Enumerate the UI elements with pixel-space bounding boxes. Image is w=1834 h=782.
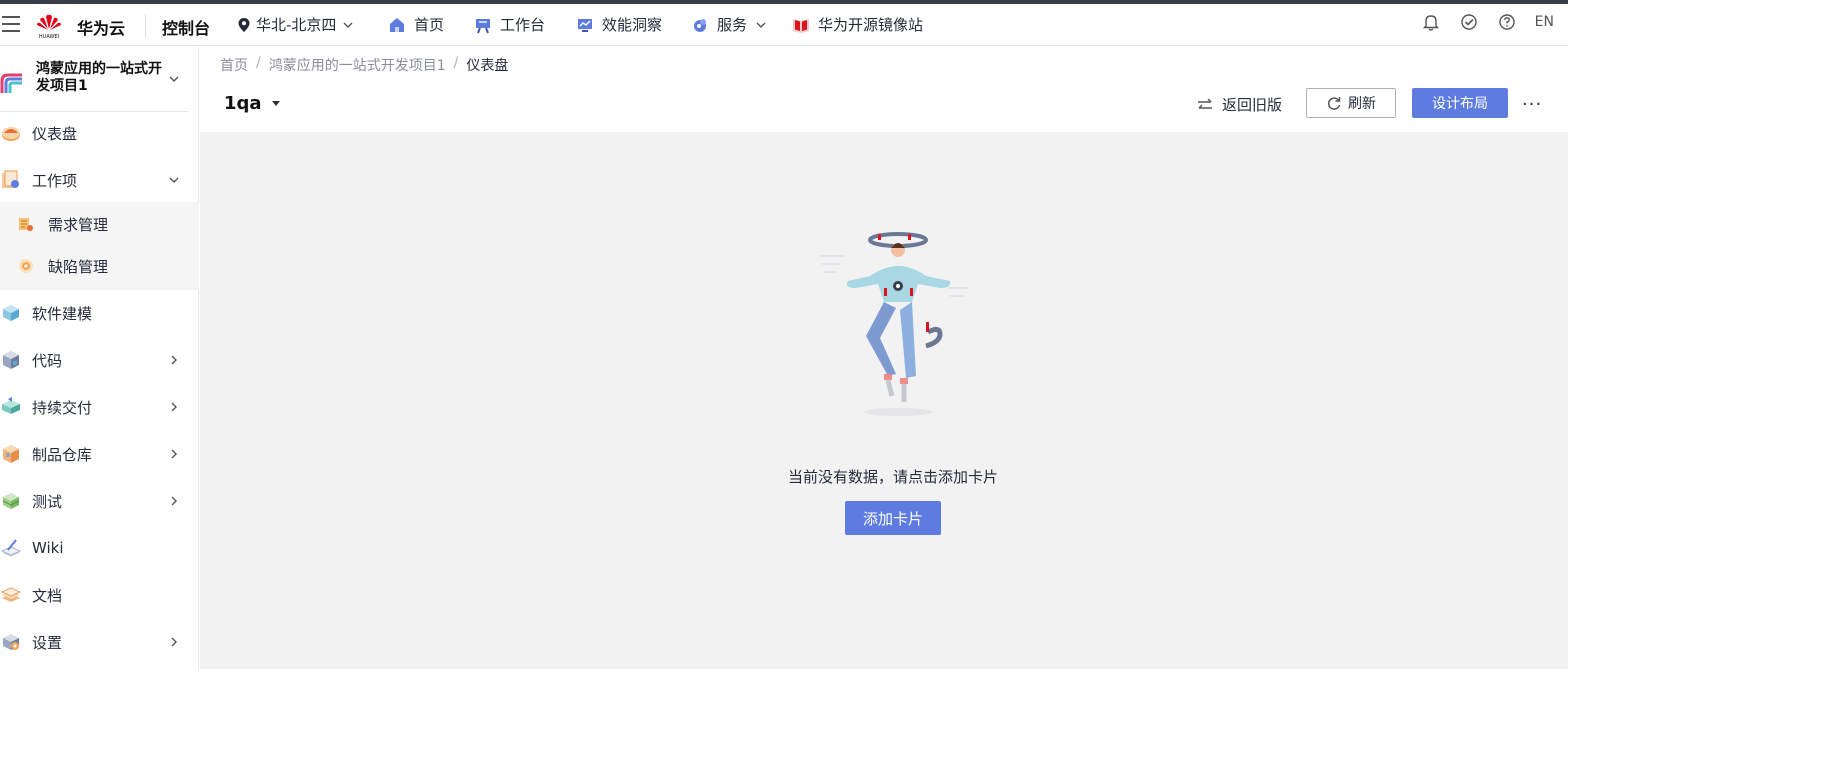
help-icon[interactable] — [1497, 12, 1517, 32]
project-switcher[interactable]: 鸿蒙应用的一站式开发项目1 — [0, 59, 199, 111]
chevron-down-icon — [169, 76, 179, 82]
chevron-down-icon — [169, 177, 179, 183]
chevron-down-icon — [343, 22, 353, 28]
breadcrumb: 首页 / 鸿蒙应用的一站式开发项目1 / 仪表盘 — [220, 55, 508, 75]
more-options-icon[interactable]: ··· — [1522, 94, 1542, 115]
nav-home[interactable]: 首页 — [388, 14, 444, 35]
sidebar-item-label: 软件建模 — [32, 304, 93, 323]
brand-name[interactable]: 华为云 — [77, 15, 125, 39]
project-icon — [0, 73, 22, 93]
insight-icon — [578, 18, 592, 32]
chevron-right-icon — [171, 449, 177, 459]
language-switch[interactable]: EN — [1535, 14, 1554, 30]
sidebar-item-code[interactable]: 代码 — [0, 338, 199, 382]
breadcrumb-home[interactable]: 首页 — [220, 55, 248, 75]
chevron-right-icon — [171, 496, 177, 506]
chevron-right-icon — [171, 637, 177, 647]
nav-mirror[interactable]: 华为开源镜像站 — [792, 14, 923, 35]
region-label: 华北-北京四 — [256, 16, 337, 34]
refresh-icon — [1327, 97, 1341, 110]
sidebar-item-dashboard[interactable]: 仪表盘 — [0, 111, 199, 155]
sidebar-item-label: Wiki — [32, 539, 64, 557]
todo-check-icon[interactable] — [1459, 12, 1479, 32]
sidebar-subitem-label: 缺陷管理 — [48, 258, 109, 276]
wiki-icon — [1, 539, 21, 557]
sidebar-item-label: 测试 — [32, 492, 63, 511]
nav-insight-label: 效能洞察 — [602, 16, 663, 34]
chevron-down-icon — [756, 22, 766, 28]
dashboard-icon — [2, 127, 20, 141]
nav-workbench[interactable]: 工作台 — [474, 14, 545, 35]
nav-workbench-label: 工作台 — [500, 16, 546, 34]
sidebar-item-workitem[interactable]: 工作项 — [0, 158, 199, 202]
sidebar-subitem-label: 需求管理 — [48, 216, 109, 234]
sidebar-item-artifact[interactable]: 制品仓库 — [0, 432, 199, 476]
sidebar-item-label: 仪表盘 — [32, 124, 78, 143]
sidebar-item-label: 制品仓库 — [32, 445, 93, 464]
design-layout-button[interactable]: 设计布局 — [1412, 88, 1508, 118]
sidebar-item-label: 文档 — [32, 586, 63, 605]
home-icon — [390, 17, 404, 32]
nav-mirror-label: 华为开源镜像站 — [818, 16, 924, 34]
location-pin-icon — [238, 17, 250, 32]
modeling-icon — [3, 305, 19, 321]
nav-home-label: 首页 — [414, 16, 445, 34]
chevron-right-icon — [171, 355, 177, 365]
sidebar-item-label: 设置 — [32, 633, 63, 652]
breadcrumb-separator: / — [453, 55, 459, 71]
sidebar-item-docs[interactable]: 文档 — [0, 573, 199, 617]
project-name: 鸿蒙应用的一站式开发项目1 — [36, 61, 162, 94]
nav-service[interactable]: 服务 — [691, 14, 767, 35]
divider — [145, 14, 146, 38]
console-title[interactable]: 控制台 — [162, 15, 210, 39]
code-icon — [3, 351, 19, 369]
dashboard-selector[interactable]: 1qa — [224, 93, 280, 114]
nav-insight[interactable]: 效能洞察 — [576, 14, 662, 35]
sidebar-subitem-bug[interactable]: 缺陷管理 — [0, 246, 199, 286]
huawei-logo: HUAWEI — [37, 14, 61, 40]
back-to-old-version-label: 返回旧版 — [1222, 96, 1283, 114]
notification-bell-icon[interactable] — [1421, 12, 1441, 32]
sidebar-item-label: 工作项 — [32, 171, 78, 190]
docs-icon — [1, 587, 21, 602]
logo-subtext: HUAWEI — [39, 34, 59, 40]
artifact-icon — [3, 445, 19, 463]
breadcrumb-project[interactable]: 鸿蒙应用的一站式开发项目1 — [269, 55, 446, 75]
top-navigation-bar: HUAWEI 华为云 控制台 华北-北京四 首页 工作台 效能洞察 服务 华为开… — [0, 4, 1568, 46]
refresh-button[interactable]: 刷新 — [1306, 88, 1396, 118]
sidebar-item-settings[interactable]: 设置 — [0, 620, 199, 664]
mirror-icon — [793, 18, 809, 33]
empty-state-message: 当前没有数据，请点击添加卡片 — [787, 468, 998, 486]
sidebar-item-test[interactable]: 测试 — [0, 479, 199, 523]
add-card-button[interactable]: 添加卡片 — [845, 501, 941, 535]
settings-icon — [3, 634, 19, 650]
project-sidebar: 鸿蒙应用的一站式开发项目1 仪表盘 工作项 需求管理 缺陷管理 软件建模 代码 … — [0, 47, 199, 669]
sidebar-item-wiki[interactable]: Wiki — [0, 526, 199, 570]
workitem-icon — [2, 170, 19, 188]
sidebar-item-modeling[interactable]: 软件建模 — [0, 291, 199, 335]
bug-icon — [19, 259, 33, 273]
breadcrumb-current: 仪表盘 — [466, 58, 509, 74]
topbar-right-tools: EN — [1421, 12, 1554, 32]
requirement-icon — [19, 218, 33, 231]
chevron-right-icon — [171, 402, 177, 412]
back-to-old-version-button[interactable]: 返回旧版 — [1196, 94, 1282, 115]
switch-arrows-icon — [1198, 98, 1212, 109]
hamburger-menu-icon[interactable] — [2, 16, 20, 32]
nav-service-label: 服务 — [717, 16, 748, 34]
sidebar-item-delivery[interactable]: 持续交付 — [0, 385, 199, 429]
region-selector[interactable]: 华北-北京四 — [238, 14, 354, 35]
delivery-icon — [2, 397, 20, 414]
test-icon — [2, 493, 20, 509]
breadcrumb-separator: / — [256, 55, 261, 71]
sidebar-item-label: 持续交付 — [32, 398, 93, 417]
caret-down-icon — [271, 101, 280, 106]
sidebar-item-label: 代码 — [32, 351, 63, 370]
dashboard-name: 1qa — [224, 93, 262, 114]
empty-state-illustration — [820, 232, 968, 416]
refresh-label: 刷新 — [1348, 96, 1376, 112]
workbench-icon — [476, 18, 490, 33]
service-icon — [694, 18, 706, 32]
sidebar-subitem-requirement[interactable]: 需求管理 — [0, 204, 199, 244]
